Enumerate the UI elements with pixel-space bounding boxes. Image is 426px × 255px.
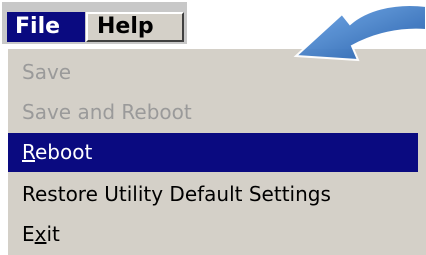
menu-item-reboot[interactable]: Reboot (8, 133, 418, 172)
exit-label-rest: it (46, 222, 60, 246)
menu-item-exit[interactable]: Exit (8, 215, 418, 254)
menu-item-save-and-reboot: Save and Reboot (22, 100, 192, 124)
curved-arrow-icon (293, 3, 426, 62)
reboot-label-rest: eboot (35, 140, 93, 164)
reboot-mnemonic: R (22, 140, 35, 164)
menu-item-restore-defaults[interactable]: Restore Utility Default Settings (8, 175, 418, 214)
menu-help[interactable]: Help (86, 12, 184, 42)
exit-label-pre: E (22, 222, 35, 246)
exit-mnemonic: x (34, 222, 47, 246)
menu-bar: File Help (0, 0, 187, 44)
menu-file[interactable]: File (7, 12, 85, 42)
